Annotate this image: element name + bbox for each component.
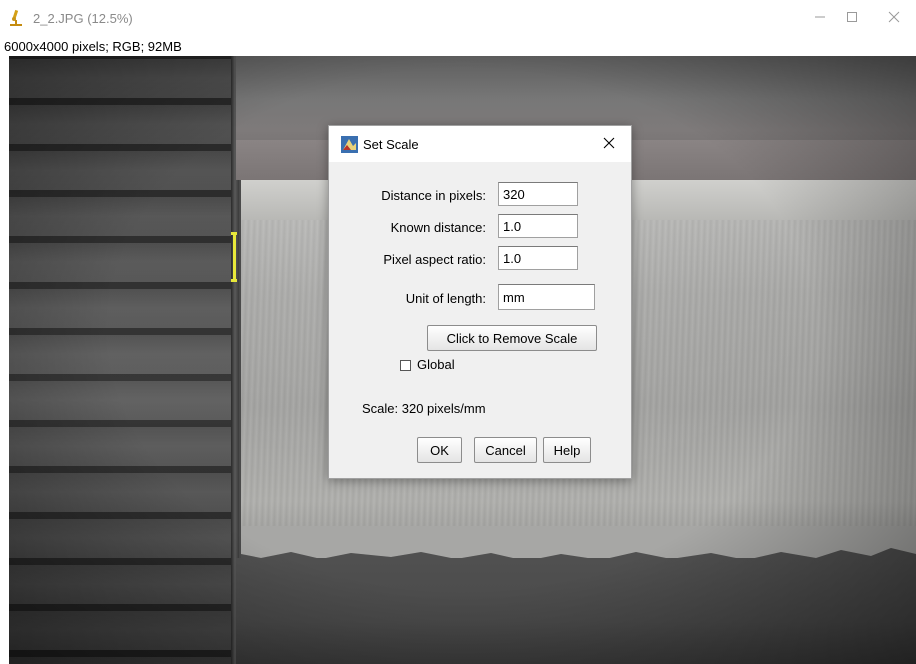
image-info: 6000x4000 pixels; RGB; 92MB bbox=[4, 39, 182, 54]
window-title: 2_2.JPG (12.5%) bbox=[33, 11, 133, 26]
distance-in-pixels-field[interactable] bbox=[498, 182, 578, 206]
set-scale-dialog: Set Scale Distance in pixels: Known dist… bbox=[328, 125, 632, 479]
line-selection[interactable] bbox=[233, 232, 236, 282]
close-icon bbox=[888, 10, 900, 28]
window-close-button[interactable] bbox=[872, 4, 916, 34]
help-button[interactable]: Help bbox=[543, 437, 591, 463]
remove-scale-button[interactable]: Click to Remove Scale bbox=[427, 325, 597, 351]
imagej-icon bbox=[341, 136, 358, 153]
pixel-aspect-ratio-label: Pixel aspect ratio: bbox=[383, 252, 486, 267]
minimize-icon bbox=[814, 10, 826, 28]
maximize-button[interactable] bbox=[830, 4, 874, 34]
pixel-aspect-ratio-field[interactable] bbox=[498, 246, 578, 270]
maximize-icon bbox=[846, 10, 858, 28]
unit-of-length-field[interactable] bbox=[498, 284, 595, 310]
known-distance-field[interactable] bbox=[498, 214, 578, 238]
dialog-close-button[interactable] bbox=[591, 130, 627, 160]
microscope-icon bbox=[9, 9, 23, 27]
line-selection-end[interactable] bbox=[231, 279, 237, 282]
global-label: Global bbox=[417, 357, 455, 372]
global-checkbox[interactable] bbox=[400, 360, 411, 371]
dialog-title: Set Scale bbox=[363, 137, 419, 152]
scale-readout: Scale: 320 pixels/mm bbox=[362, 401, 486, 416]
dialog-titlebar[interactable]: Set Scale bbox=[329, 126, 631, 162]
distance-in-pixels-label: Distance in pixels: bbox=[381, 188, 486, 203]
line-selection-start[interactable] bbox=[231, 232, 237, 235]
ok-button[interactable]: OK bbox=[417, 437, 462, 463]
cancel-button[interactable]: Cancel bbox=[474, 437, 537, 463]
window-titlebar: 2_2.JPG (12.5%) bbox=[0, 0, 916, 38]
unit-of-length-label: Unit of length: bbox=[405, 291, 486, 306]
close-icon bbox=[603, 136, 615, 154]
known-distance-label: Known distance: bbox=[390, 220, 486, 235]
